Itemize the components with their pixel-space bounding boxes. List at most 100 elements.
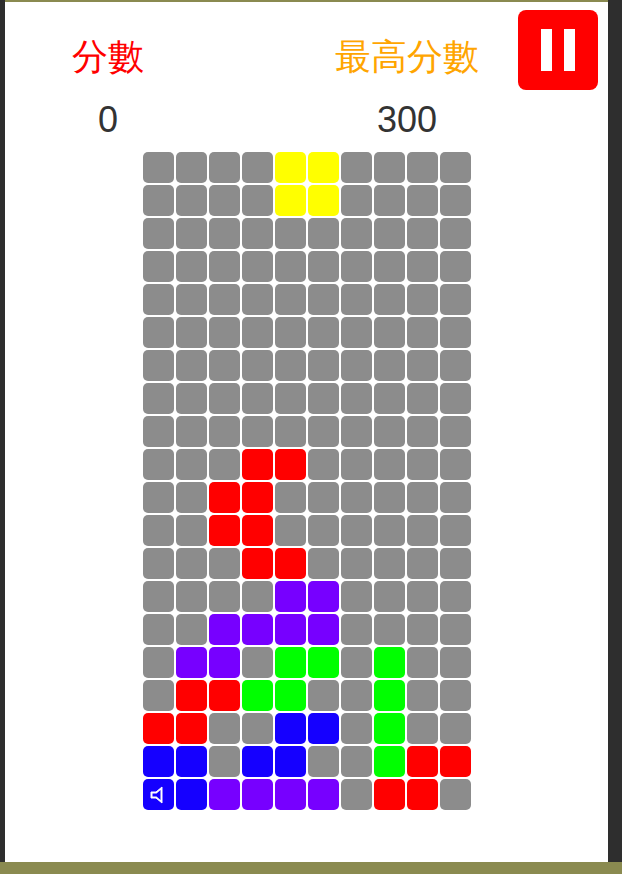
board-cell	[176, 581, 207, 612]
board-cell	[341, 284, 372, 315]
board-cell	[242, 614, 273, 645]
board-cell	[374, 779, 405, 810]
board-cell	[308, 152, 339, 183]
board-cell	[209, 779, 240, 810]
board-cell	[275, 548, 306, 579]
board-cell	[407, 680, 438, 711]
board-cell	[440, 284, 471, 315]
board-cell	[341, 218, 372, 249]
board-cell	[176, 416, 207, 447]
board-cell	[275, 779, 306, 810]
board-cell	[242, 746, 273, 777]
board-cell	[275, 515, 306, 546]
board-cell	[407, 515, 438, 546]
board-cell	[440, 746, 471, 777]
board-cell	[440, 713, 471, 744]
board-cell	[341, 416, 372, 447]
board-cell	[407, 548, 438, 579]
board-cell	[407, 482, 438, 513]
board-cell	[275, 185, 306, 216]
board-cell	[440, 218, 471, 249]
board-cell	[374, 680, 405, 711]
board-cell	[308, 251, 339, 282]
board-cell	[275, 449, 306, 480]
high-score-label: 最高分數	[307, 2, 507, 79]
board-cell	[308, 284, 339, 315]
board-cell	[440, 680, 471, 711]
board-cell	[374, 548, 405, 579]
board-cell	[308, 350, 339, 381]
board-cell	[308, 482, 339, 513]
board-cell	[143, 284, 174, 315]
board-cell	[407, 350, 438, 381]
board-cell	[374, 383, 405, 414]
board-cell	[440, 647, 471, 678]
board-cell	[143, 713, 174, 744]
board-cell	[407, 317, 438, 348]
board-cell	[242, 185, 273, 216]
board-cell	[209, 416, 240, 447]
board-cell	[374, 317, 405, 348]
board-cell	[308, 218, 339, 249]
board-cell	[176, 779, 207, 810]
board-cell	[242, 647, 273, 678]
board-cell	[341, 152, 372, 183]
board-cell	[407, 416, 438, 447]
header: 分數 最高分數	[5, 2, 608, 90]
board-cell	[209, 746, 240, 777]
board-cell	[308, 779, 339, 810]
board-cell	[143, 614, 174, 645]
board-cell	[275, 218, 306, 249]
score-row: 0 300	[5, 100, 608, 140]
board-cell	[407, 152, 438, 183]
board-cell	[143, 482, 174, 513]
board-cell	[275, 614, 306, 645]
board-cell	[341, 251, 372, 282]
board-cell	[176, 152, 207, 183]
board-cell	[407, 779, 438, 810]
board-cell	[407, 614, 438, 645]
board-cell	[143, 647, 174, 678]
board-cell	[440, 548, 471, 579]
board-cell	[275, 317, 306, 348]
board-cell	[374, 713, 405, 744]
game-panel: 分數 最高分數 0 300	[5, 0, 608, 862]
board-cell	[275, 350, 306, 381]
board-cell	[440, 449, 471, 480]
board-cell	[143, 152, 174, 183]
board-cell	[209, 515, 240, 546]
board-cell	[308, 548, 339, 579]
board-cell	[374, 284, 405, 315]
board-cell	[275, 581, 306, 612]
board-cell	[143, 779, 174, 810]
board-cell	[308, 680, 339, 711]
board-cell	[143, 746, 174, 777]
speaker-icon[interactable]	[148, 784, 170, 806]
board-cell	[374, 482, 405, 513]
board-cell	[374, 614, 405, 645]
board-cell	[209, 284, 240, 315]
board-cell	[209, 317, 240, 348]
board-cell	[143, 449, 174, 480]
board-cell	[209, 614, 240, 645]
board-cell	[341, 383, 372, 414]
board-cell	[143, 515, 174, 546]
board-cell	[440, 350, 471, 381]
board-cell	[176, 614, 207, 645]
board-cell	[341, 350, 372, 381]
board-cell	[275, 680, 306, 711]
board-cell	[341, 449, 372, 480]
board-cell	[143, 251, 174, 282]
board-cell	[308, 416, 339, 447]
board-cell	[308, 614, 339, 645]
board-cell	[209, 218, 240, 249]
board-cell	[341, 647, 372, 678]
board-cell	[407, 185, 438, 216]
board-cell	[407, 284, 438, 315]
board-cell	[341, 548, 372, 579]
board-cell	[176, 548, 207, 579]
board-cell	[143, 350, 174, 381]
board-cell	[275, 746, 306, 777]
pause-button[interactable]	[518, 10, 598, 90]
board-cell	[407, 449, 438, 480]
